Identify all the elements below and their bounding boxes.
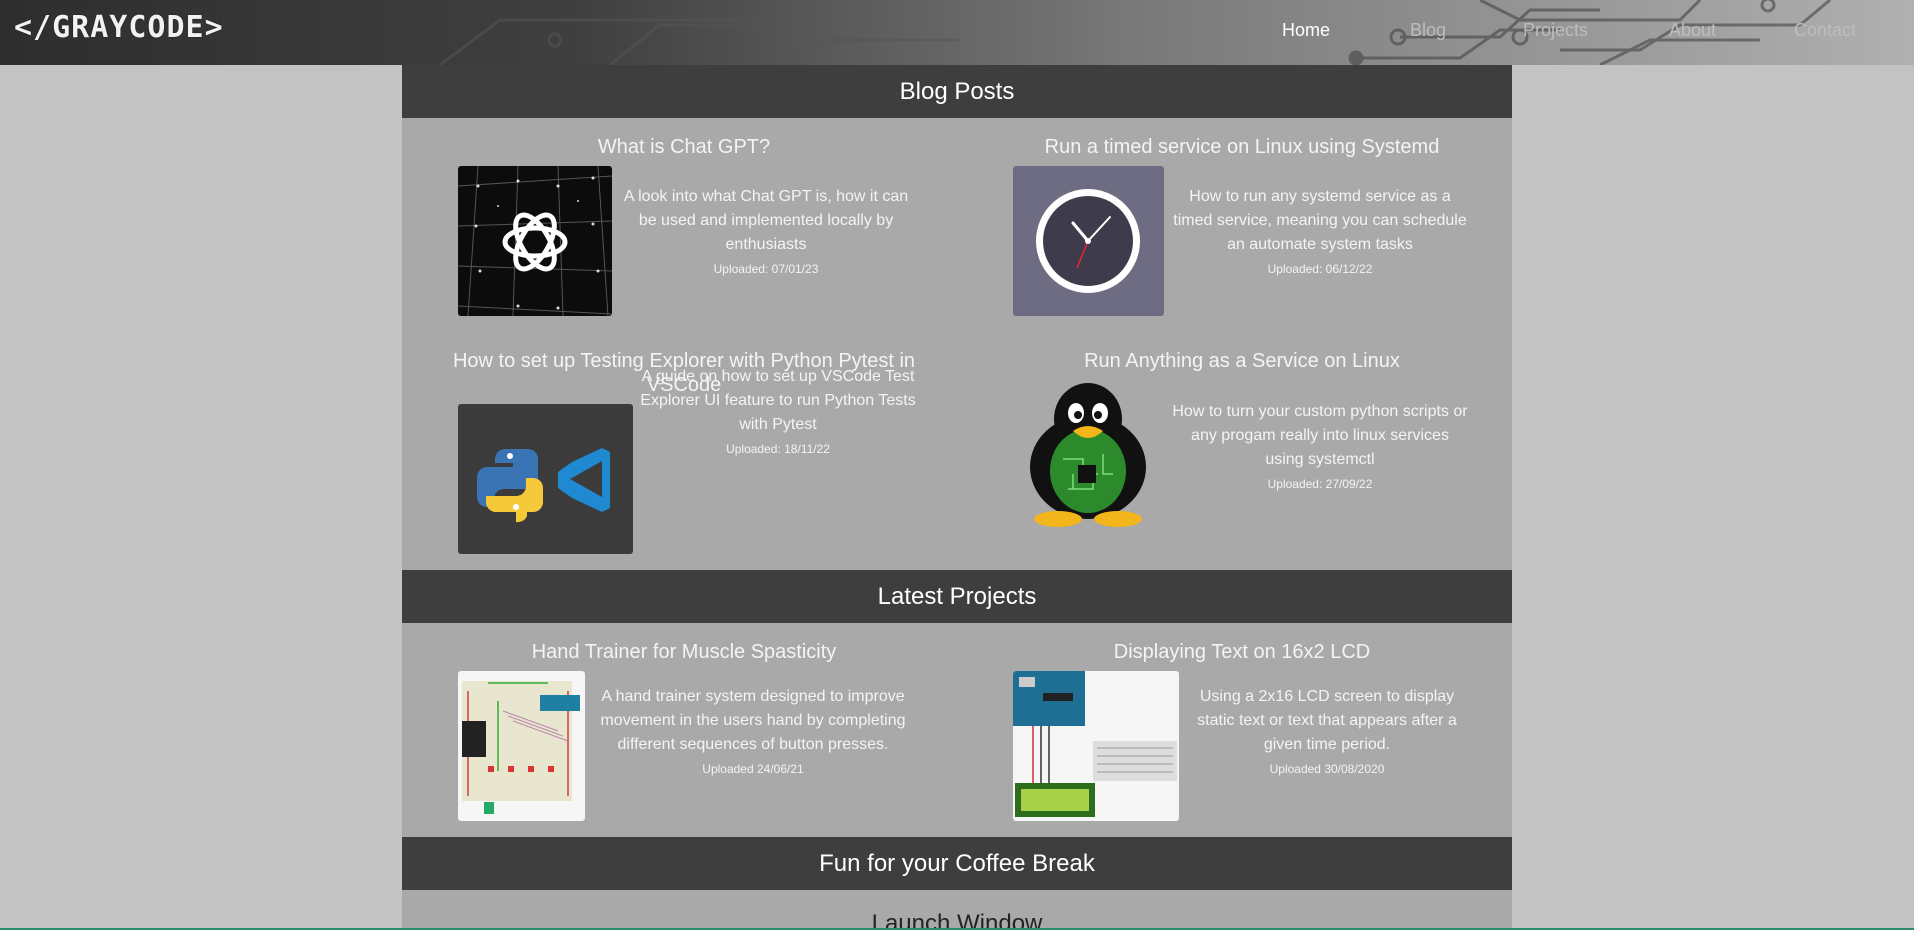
blog-post-date: Uploaded: 27/09/22 bbox=[1267, 477, 1373, 491]
circuit-background-graphic bbox=[439, 0, 1831, 65]
site-header: </GRAYCODE> Home Blog Projects About Con… bbox=[0, 0, 1914, 65]
project-description: A hand trainer system designed to improv… bbox=[600, 688, 906, 753]
breadboard-circuit-icon[interactable] bbox=[458, 671, 585, 821]
nav-projects-link[interactable]: Projects bbox=[1523, 20, 1588, 41]
site-logo[interactable]: </GRAYCODE> bbox=[14, 10, 224, 45]
chatgpt-logo-icon[interactable] bbox=[458, 166, 612, 316]
blog-post-description: How to turn your custom python scripts o… bbox=[1172, 403, 1468, 468]
project-title[interactable]: Displaying Text on 16x2 LCD bbox=[1002, 640, 1482, 664]
nav-contact-link[interactable]: Contact bbox=[1794, 20, 1856, 41]
python-vscode-icon[interactable] bbox=[458, 404, 633, 554]
project-date: Uploaded 24/06/21 bbox=[702, 762, 804, 776]
blog-post-date: Uploaded: 07/01/23 bbox=[713, 262, 819, 276]
coffee-item-title[interactable]: Launch Window bbox=[402, 910, 1512, 930]
blog-post-date: Uploaded: 18/11/22 bbox=[726, 442, 830, 456]
blog-post-title[interactable]: What is Chat GPT? bbox=[452, 135, 916, 159]
projects-section-heading: Latest Projects bbox=[402, 570, 1512, 623]
project-description: Using a 2x16 LCD screen to display stati… bbox=[1197, 688, 1457, 753]
nav-about-link[interactable]: About bbox=[1669, 20, 1716, 41]
clock-icon[interactable] bbox=[1013, 166, 1164, 316]
project-date: Uploaded 30/08/2020 bbox=[1269, 762, 1385, 776]
blog-post-description: A guide on how to set up VSCode Test Exp… bbox=[640, 368, 916, 433]
blog-section-heading: Blog Posts bbox=[402, 65, 1512, 118]
blog-post-date: Uploaded: 06/12/22 bbox=[1267, 262, 1373, 276]
tux-penguin-icon[interactable] bbox=[1013, 379, 1163, 529]
main-content: Blog Posts What is Chat GPT? A look into… bbox=[402, 65, 1512, 930]
blog-post-title[interactable]: Run a timed service on Linux using Syste… bbox=[1002, 135, 1482, 159]
coffee-section-heading: Fun for your Coffee Break bbox=[402, 837, 1512, 890]
arduino-lcd-icon[interactable] bbox=[1013, 671, 1179, 821]
nav-home-link[interactable]: Home bbox=[1282, 20, 1330, 41]
blog-post-title[interactable]: Run Anything as a Service on Linux bbox=[1002, 349, 1482, 373]
blog-post-description: How to run any systemd service as a time… bbox=[1173, 188, 1467, 253]
project-title[interactable]: Hand Trainer for Muscle Spasticity bbox=[452, 640, 916, 664]
blog-post-description: A look into what Chat GPT is, how it can… bbox=[623, 188, 909, 253]
nav-blog-link[interactable]: Blog bbox=[1410, 20, 1446, 41]
